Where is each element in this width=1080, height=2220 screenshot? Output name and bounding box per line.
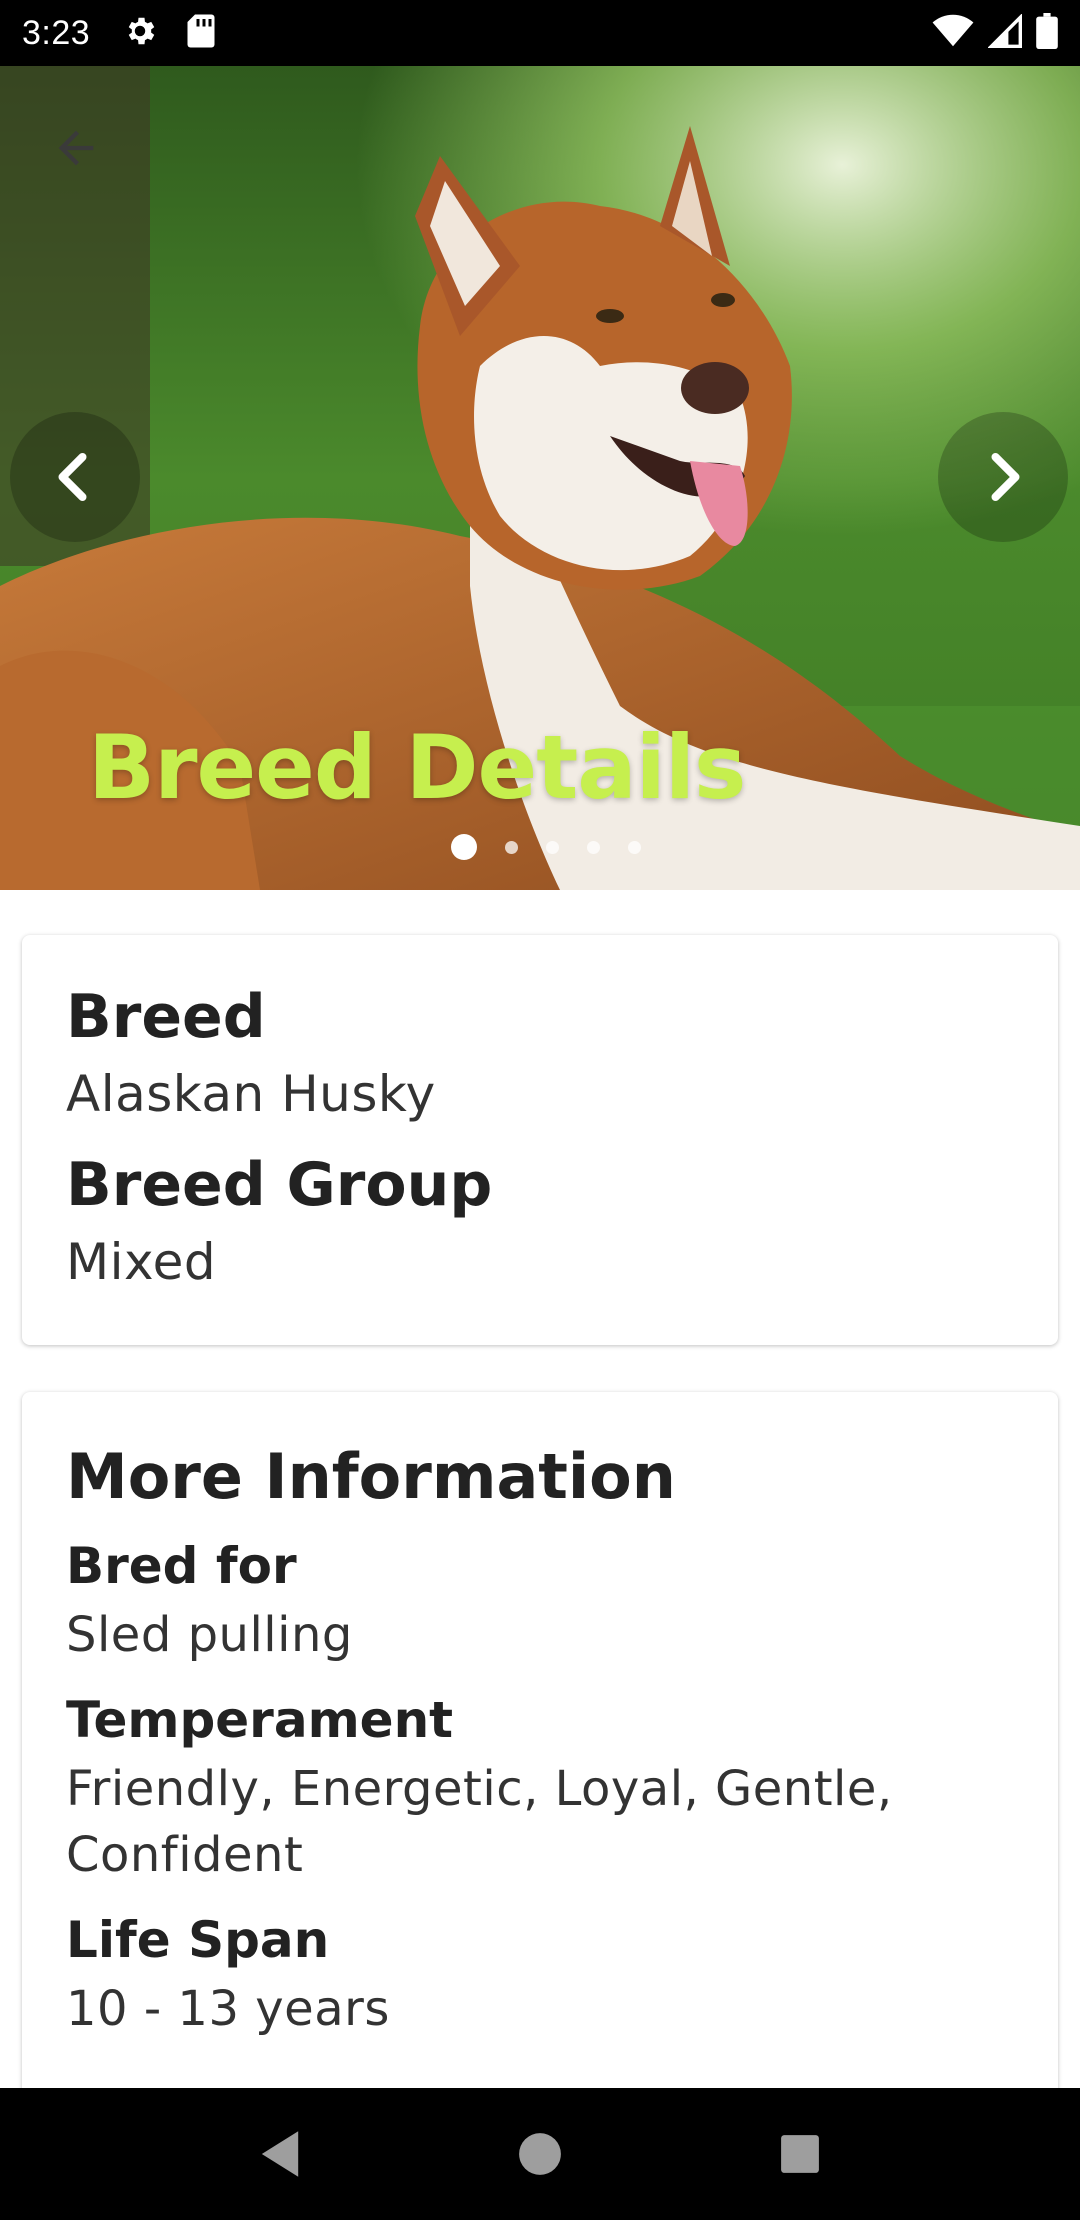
temperament-value: Friendly, Energetic, Loyal, Gentle, Conf… (66, 1761, 893, 1883)
carousel-dot[interactable] (628, 840, 641, 854)
system-back-button[interactable] (240, 2114, 320, 2194)
status-icons-right (932, 13, 1058, 53)
temperament-label: Temperament (66, 1691, 454, 1749)
breed-label: Breed (66, 982, 266, 1052)
system-navigation-bar (0, 2088, 1080, 2220)
carousel-dot[interactable] (587, 840, 600, 854)
breed-card: Breed Alaskan Husky Breed Group Mixed (22, 935, 1058, 1345)
life-span-value: 10 - 13 years (66, 1981, 390, 2037)
more-information-title: More Information (66, 1440, 676, 1513)
carousel-dot[interactable] (546, 840, 559, 854)
back-arrow-icon (58, 130, 94, 166)
wifi-icon (932, 14, 974, 52)
status-icons-left (122, 13, 216, 53)
back-button[interactable] (40, 112, 112, 184)
recents-square-icon (781, 2135, 819, 2173)
sd-card-icon (186, 13, 216, 53)
carousel-dot[interactable] (505, 840, 518, 854)
bred-for-value: Sled pulling (66, 1607, 353, 1663)
carousel-dot-active[interactable] (451, 834, 477, 860)
system-home-button[interactable] (500, 2114, 580, 2194)
life-span-label: Life Span (66, 1911, 330, 1969)
signal-icon (987, 13, 1022, 52)
carousel-previous-button[interactable] (10, 412, 140, 542)
carousel-next-button[interactable] (938, 412, 1068, 542)
gear-icon (122, 13, 158, 53)
more-information-card: More Information Bred for Sled pulling T… (22, 1392, 1058, 2112)
system-recents-button[interactable] (760, 2114, 840, 2194)
home-circle-icon (519, 2133, 561, 2175)
chevron-left-icon (58, 453, 87, 501)
breed-image-carousel[interactable]: Breed Details (0, 66, 1080, 890)
status-bar: 3:23 (0, 0, 1080, 66)
battery-icon (1036, 13, 1058, 53)
status-time: 3:23 (22, 13, 91, 52)
bred-for-label: Bred for (66, 1537, 297, 1595)
chevron-right-icon (991, 453, 1020, 501)
breed-group-label: Breed Group (66, 1150, 493, 1220)
carousel-indicator (0, 834, 1080, 860)
breed-group-value: Mixed (66, 1233, 217, 1291)
page-title: Breed Details (88, 716, 746, 819)
breed-value: Alaskan Husky (66, 1065, 436, 1123)
back-triangle-icon (261, 2131, 299, 2177)
